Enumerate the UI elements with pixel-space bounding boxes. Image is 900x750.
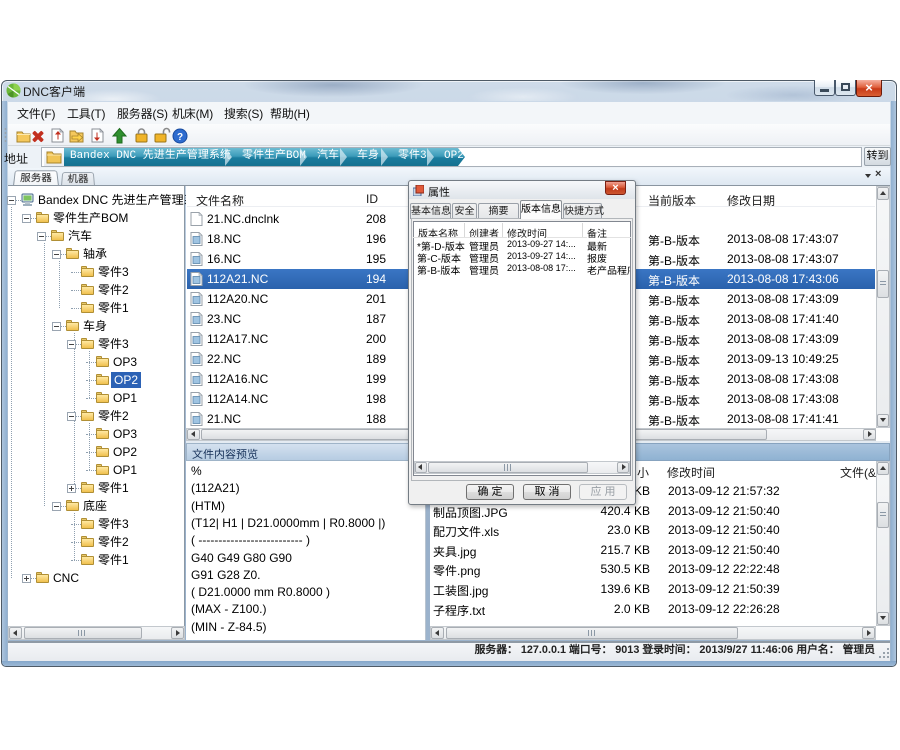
- svg-text:?: ?: [177, 132, 183, 143]
